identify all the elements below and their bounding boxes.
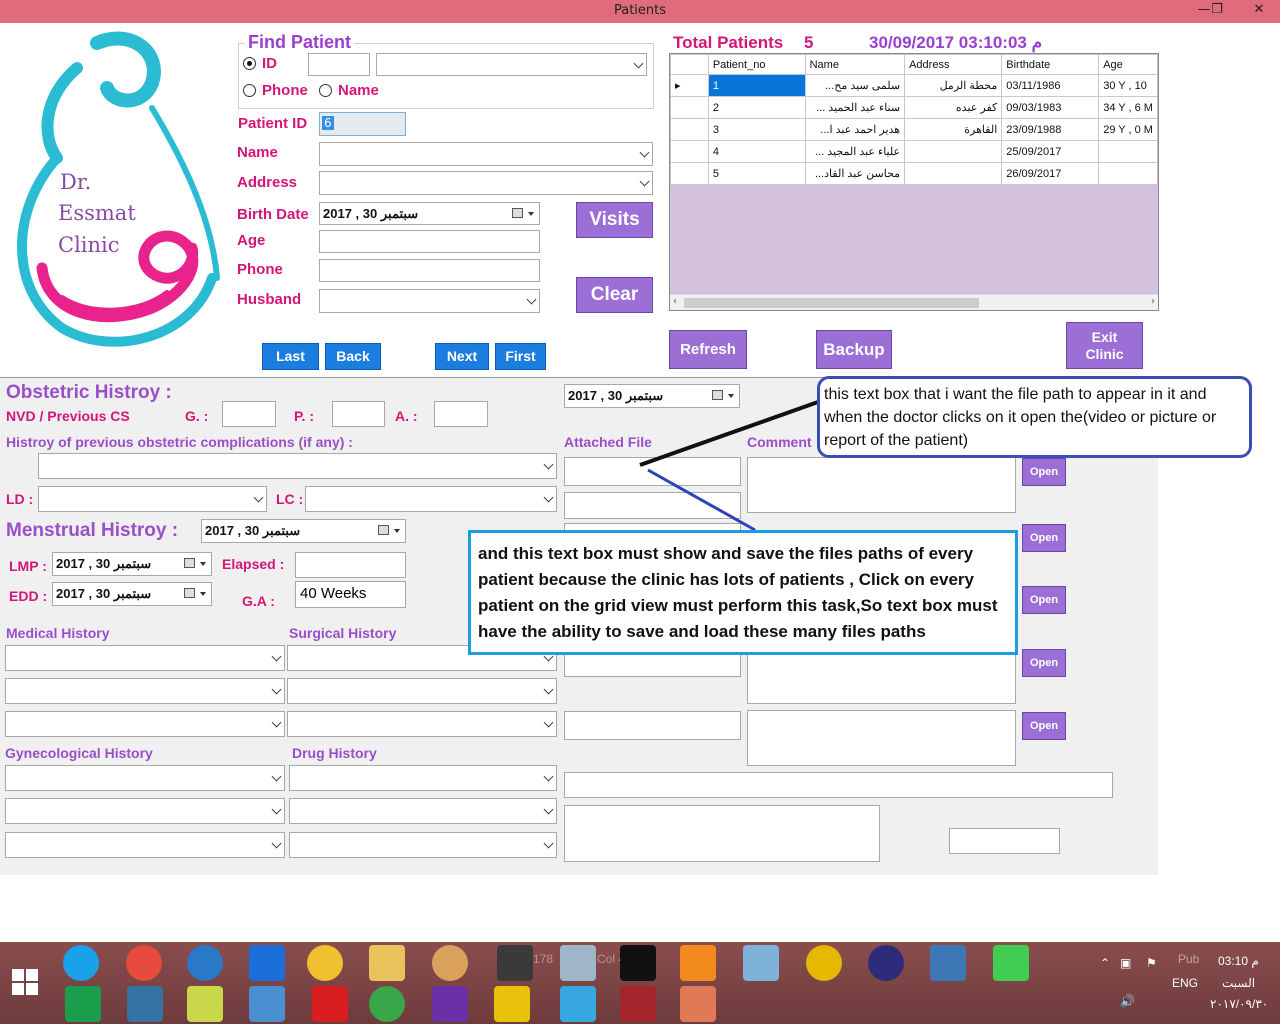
python-icon[interactable] — [127, 986, 163, 1022]
annotation-callout-top: this text box that i want the file path … — [817, 376, 1252, 458]
app-icon[interactable] — [126, 945, 162, 981]
windows-taskbar: 178 Col 4 Pub ⌃ ▣ ⚑ 🔊 ENG 03:10 م السبت … — [0, 942, 1280, 1024]
python-file-icon[interactable] — [930, 945, 966, 981]
access-icon[interactable] — [620, 986, 656, 1022]
taskbar-ghost-label: 178 — [533, 952, 554, 966]
file-explorer-icon[interactable] — [369, 945, 405, 981]
acrobat-icon[interactable] — [312, 986, 348, 1022]
globe-icon[interactable] — [187, 945, 223, 981]
tray-chevron-icon[interactable]: ⌃ — [1100, 956, 1110, 970]
callout-arrow-blue — [647, 468, 756, 532]
patient-app-icon[interactable] — [680, 986, 716, 1022]
annotation-arrows — [639, 400, 819, 532]
recycle-icon[interactable] — [369, 986, 405, 1022]
clock-time[interactable]: 03:10 م — [1218, 954, 1259, 968]
paint-icon[interactable] — [432, 945, 468, 981]
tool-icon[interactable] — [806, 945, 842, 981]
pycharm-icon[interactable] — [65, 986, 101, 1022]
chrome-icon[interactable] — [307, 945, 343, 981]
security-icon[interactable] — [494, 986, 530, 1022]
volume-icon[interactable]: 🔊 — [1120, 994, 1135, 1008]
perfmon-icon[interactable] — [560, 945, 596, 981]
network-icon[interactable] — [249, 986, 285, 1022]
language-indicator[interactable]: ENG — [1172, 976, 1198, 990]
flag-icon[interactable]: ⚑ — [1146, 956, 1157, 970]
start-button[interactable] — [12, 969, 40, 997]
annotation-callout-bottom: and this text box must show and save the… — [468, 530, 1018, 655]
taskbar-ghost-label: Pub — [1178, 952, 1200, 966]
eclipse-icon[interactable] — [868, 945, 904, 981]
media-classic-icon[interactable] — [497, 945, 533, 981]
clock-date[interactable]: ٢٠١٧/٠٩/٣٠ — [1210, 997, 1268, 1011]
chart-app-icon[interactable] — [187, 986, 223, 1022]
callout-arrow-black — [639, 400, 819, 467]
visual-studio-icon[interactable] — [432, 986, 468, 1022]
qt-icon[interactable] — [993, 945, 1029, 981]
network-tray-icon[interactable]: ▣ — [1120, 956, 1131, 970]
cmd-icon[interactable] — [620, 945, 656, 981]
maxthon-icon[interactable] — [249, 945, 285, 981]
media-player-icon[interactable] — [680, 945, 716, 981]
devices-icon[interactable] — [560, 986, 596, 1022]
clock-day[interactable]: السبت — [1222, 976, 1255, 990]
ie-icon[interactable] — [63, 945, 99, 981]
notepad-icon[interactable] — [743, 945, 779, 981]
